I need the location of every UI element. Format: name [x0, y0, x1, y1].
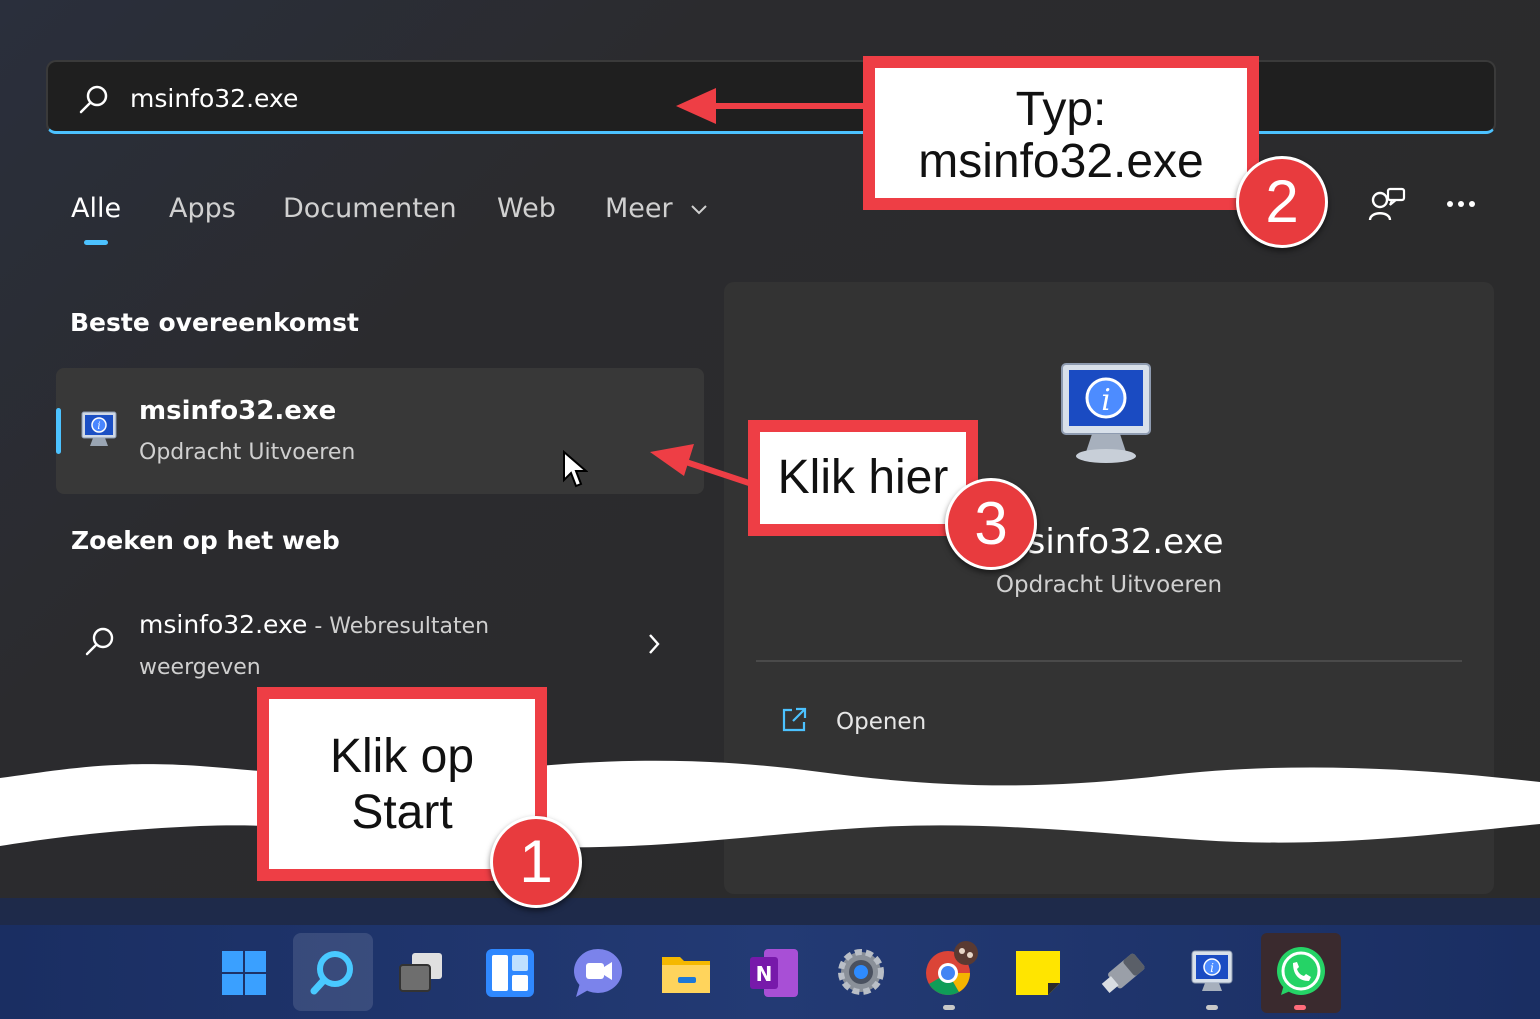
best-match-subtitle: Opdracht Uitvoeren: [139, 440, 356, 465]
callout-click-here: Klik hier: [748, 420, 978, 536]
svg-text:i: i: [1210, 961, 1214, 975]
divider: [756, 660, 1462, 662]
search-input[interactable]: msinfo32.exe: [130, 84, 298, 113]
step-badge-3: 3: [945, 478, 1037, 570]
svg-text:i: i: [1101, 383, 1111, 418]
active-tab-indicator: [84, 240, 108, 245]
web-result-line2: weergeven: [139, 655, 261, 680]
search-taskbar-button[interactable]: [293, 933, 373, 1011]
settings-icon[interactable]: [830, 941, 892, 1003]
usb-drive-icon[interactable]: [1094, 943, 1154, 1003]
chevron-right-icon[interactable]: [646, 632, 662, 656]
web-result-query: msinfo32.exe: [139, 610, 308, 639]
callout-click-start-line2: Start: [351, 786, 453, 839]
system-information-large-icon: i: [1061, 363, 1151, 463]
best-match-name: msinfo32.exe: [139, 396, 337, 426]
search-box[interactable]: msinfo32.exe: [46, 60, 1496, 134]
best-match-title: Beste overeenkomst: [70, 308, 359, 337]
preview-subtitle: Opdracht Uitvoeren: [995, 572, 1223, 598]
sysinfo-running-indicator: [1206, 1005, 1218, 1010]
file-explorer-icon[interactable]: [656, 943, 716, 1003]
callout-type-line2: msinfo32.exe: [918, 135, 1204, 188]
web-search-icon: [85, 627, 114, 656]
mouse-cursor-icon: [563, 450, 588, 488]
chrome-running-indicator: [943, 1005, 955, 1010]
open-external-icon: [782, 707, 807, 732]
taskbar: N i: [0, 925, 1540, 1019]
callout-click-start-line1: Klik op: [329, 730, 475, 783]
tab-meer-label: Meer: [605, 193, 673, 224]
task-view-icon[interactable]: [392, 943, 452, 1003]
step-badge-2: 2: [1236, 156, 1328, 248]
whatsapp-taskbar-button[interactable]: [1261, 933, 1341, 1013]
whatsapp-icon: [1277, 947, 1325, 995]
callout-click-here-text: Klik hier: [777, 451, 949, 504]
callout-type-line1: Typ:: [1015, 83, 1107, 136]
tab-documenten[interactable]: Documenten: [283, 193, 457, 224]
system-information-icon: i: [81, 411, 117, 446]
best-match-result[interactable]: i msinfo32.exe Opdracht Uitvoeren: [56, 368, 704, 494]
widgets-icon[interactable]: [480, 943, 540, 1003]
teams-chat-icon[interactable]: [568, 943, 628, 1003]
tab-alle[interactable]: Alle: [71, 193, 121, 224]
windows-start-icon[interactable]: [214, 943, 274, 1003]
tab-apps[interactable]: Apps: [169, 193, 236, 224]
preview-pane: i msinfo32.exe Opdracht Uitvoeren Openen: [724, 282, 1494, 894]
step-badge-1: 1: [490, 816, 582, 908]
search-icon: [79, 85, 108, 114]
more-options-icon[interactable]: [1446, 198, 1476, 210]
svg-text:i: i: [97, 421, 100, 432]
tab-web[interactable]: Web: [497, 193, 556, 224]
chrome-icon[interactable]: [918, 939, 982, 1003]
onenote-icon[interactable]: N: [744, 943, 804, 1003]
chevron-down-icon: [691, 205, 707, 215]
web-result-suffix: - Webresultaten: [307, 614, 490, 639]
web-result-name: msinfo32.exe - Webresultaten: [139, 610, 489, 639]
system-information-icon[interactable]: i: [1182, 943, 1242, 1003]
callout-type-instruction: Typ: msinfo32.exe: [863, 56, 1259, 210]
feedback-icon[interactable]: [1366, 186, 1408, 224]
sticky-notes-icon[interactable]: [1008, 943, 1068, 1003]
selection-accent: [56, 408, 61, 454]
svg-text:N: N: [756, 962, 773, 986]
open-label: Openen: [836, 709, 927, 735]
web-search-title: Zoeken op het web: [71, 526, 340, 555]
search-icon: [310, 951, 353, 995]
whatsapp-running-indicator: [1294, 1005, 1306, 1010]
tab-meer[interactable]: Meer: [605, 193, 709, 224]
